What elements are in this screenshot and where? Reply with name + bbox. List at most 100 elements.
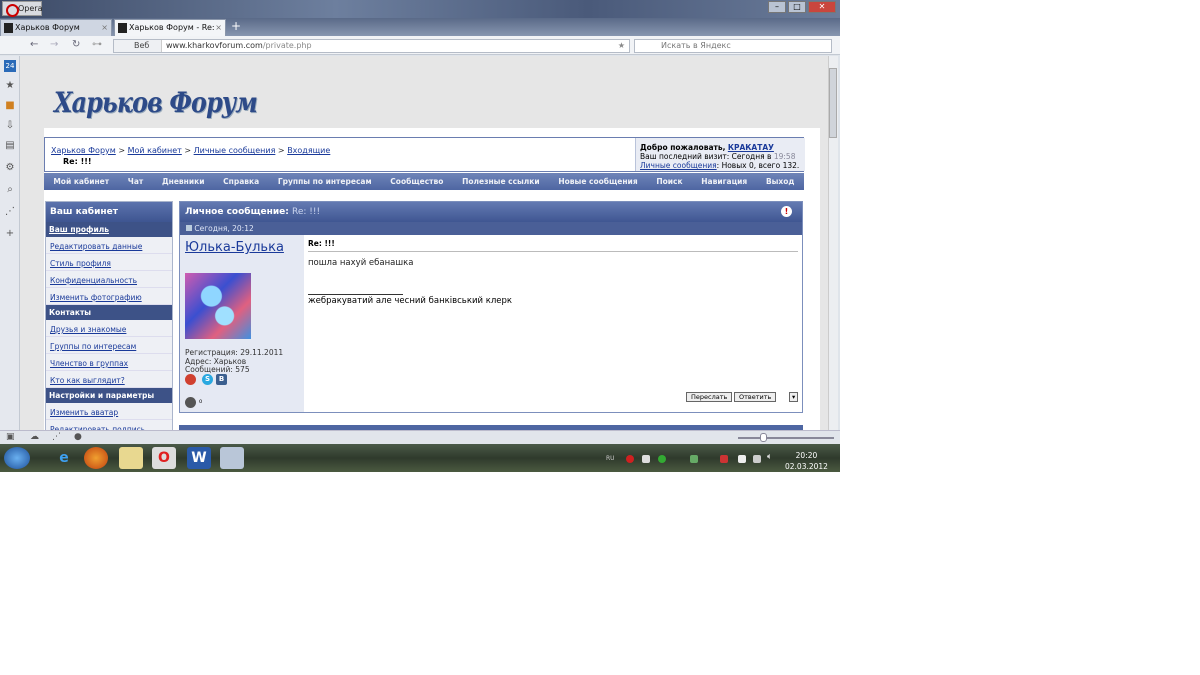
sidebar-item-membership[interactable]: Членство в группах xyxy=(46,354,172,371)
downloads-icon[interactable]: ⇩ xyxy=(4,120,16,132)
message-subject: Re: !!! xyxy=(308,235,798,252)
scrollbar-thumb[interactable] xyxy=(829,68,837,138)
sidebar-item-edit-signature[interactable]: Редактировать подпись xyxy=(46,420,172,430)
last-visit-label: Ваш последний визит: Сегодня в xyxy=(640,152,772,161)
minimize-button[interactable]: – xyxy=(768,1,786,13)
unite-status-icon[interactable]: ⋰ xyxy=(52,432,61,442)
author-name-link[interactable]: Юлька-Булька xyxy=(185,240,284,255)
offline-status-icon xyxy=(185,397,196,408)
bookmark-star-icon[interactable]: ★ xyxy=(618,40,625,52)
message-header-title: Re: !!! xyxy=(292,207,321,217)
panel-toggle-icon[interactable]: ▣ xyxy=(6,432,15,442)
nav-help[interactable]: Справка xyxy=(223,177,259,186)
sidebar-item-edit-data[interactable]: Редактировать данные xyxy=(46,237,172,254)
url-field[interactable]: Веб www.kharkovforum.com/private.php ★ xyxy=(113,39,630,53)
sidebar-item-friends[interactable]: Друзья и знакомые xyxy=(46,320,172,337)
username-link[interactable]: КРАКАТАУ xyxy=(728,143,774,152)
back-icon[interactable]: ← xyxy=(30,39,38,50)
zoom-slider-handle[interactable] xyxy=(760,433,767,442)
zoom-slider[interactable] xyxy=(738,437,834,439)
nav-my-cabinet[interactable]: Мой кабинет xyxy=(53,177,109,186)
nav-groups[interactable]: Группы по интересам xyxy=(278,177,372,186)
status-bar: ▣ ☁ ⋰ ● xyxy=(0,430,840,444)
nav-community[interactable]: Сообщество xyxy=(390,177,443,186)
bookmarks-icon[interactable]: ★ xyxy=(4,80,16,92)
close-button[interactable]: ✕ xyxy=(808,1,836,13)
favicon-icon xyxy=(118,23,127,33)
search-icon[interactable]: ⌕ xyxy=(4,184,16,196)
settings-icon[interactable]: ⚙ xyxy=(4,162,16,174)
last-visit-time: 19:58 xyxy=(773,152,796,161)
forward-icon[interactable]: → xyxy=(50,39,58,50)
breadcrumb-pm[interactable]: Личные сообщения xyxy=(194,146,276,155)
reply-button[interactable]: Ответить xyxy=(734,392,777,402)
start-button[interactable] xyxy=(4,447,30,469)
site-logo[interactable]: Харьков Форум xyxy=(54,86,258,119)
vkontakte-icon[interactable]: B xyxy=(216,374,227,385)
breadcrumb-inbox[interactable]: Входящие xyxy=(287,146,330,155)
gift-icon[interactable] xyxy=(185,374,196,385)
unite-icon[interactable]: ⋰ xyxy=(4,206,16,218)
widgets-icon[interactable]: ■ xyxy=(4,100,16,112)
sidebar-item-who-looks[interactable]: Кто как выглядит? xyxy=(46,371,172,388)
network-tray-icon[interactable] xyxy=(690,455,698,463)
maximize-button[interactable]: □ xyxy=(788,1,806,13)
key-icon[interactable]: ⊶ xyxy=(92,39,102,50)
action-center-icon[interactable] xyxy=(738,455,746,463)
author-pane: Юлька-Булька Регистрация: 29.11.2011 Адр… xyxy=(180,235,304,412)
antivirus-tray-icon[interactable] xyxy=(720,455,728,463)
opera-tray-icon[interactable] xyxy=(626,455,634,463)
speed-dial-icon[interactable]: 24 xyxy=(4,60,16,72)
dragonfly-icon[interactable]: ● xyxy=(74,432,82,442)
search-input[interactable]: Искать в Яндекс xyxy=(634,39,832,53)
nav-diaries[interactable]: Дневники xyxy=(162,177,204,186)
close-tab-icon[interactable]: × xyxy=(101,20,108,36)
system-clock[interactable]: 20:20 02.03.2012 xyxy=(785,450,828,472)
breadcrumb-home[interactable]: Харьков Форум xyxy=(51,146,116,155)
nav-new-posts[interactable]: Новые сообщения xyxy=(558,177,637,186)
nav-chat[interactable]: Чат xyxy=(128,177,143,186)
turbo-icon[interactable]: ☁ xyxy=(30,432,39,442)
nav-navigation[interactable]: Навигация xyxy=(701,177,747,186)
language-indicator[interactable]: RU xyxy=(606,455,615,462)
add-panel-icon[interactable]: + xyxy=(4,228,16,240)
forward-button[interactable]: Переслать xyxy=(686,392,733,402)
sidebar-item-change-avatar[interactable]: Изменить аватар xyxy=(46,403,172,420)
nav-links[interactable]: Полезные ссылки xyxy=(462,177,540,186)
message-date: Сегодня, 20:12 xyxy=(194,224,254,233)
new-tab-button[interactable]: + xyxy=(231,19,241,33)
message-header: Личное сообщение: Re: !!!! xyxy=(180,202,802,222)
skype-icon[interactable]: S xyxy=(202,374,213,385)
sidebar-section-profile[interactable]: Ваш профиль xyxy=(46,222,172,237)
tray-app-icon[interactable] xyxy=(642,455,650,463)
notes-icon[interactable]: ▤ xyxy=(4,140,16,152)
volume-icon[interactable]: 🔈︎ xyxy=(767,452,772,462)
nav-search[interactable]: Поиск xyxy=(656,177,682,186)
internet-explorer-icon[interactable]: e xyxy=(52,447,76,469)
reload-icon[interactable]: ↻ xyxy=(72,39,80,50)
report-icon[interactable]: ! xyxy=(781,206,792,217)
opera-menu-button[interactable]: Opera xyxy=(2,1,43,17)
nav-logout[interactable]: Выход xyxy=(766,177,795,186)
sidebar-item-privacy[interactable]: Конфиденциальность xyxy=(46,271,172,288)
author-avatar xyxy=(185,273,251,339)
url-path: /private.php xyxy=(262,41,312,50)
sidebar-item-groups[interactable]: Группы по интересам xyxy=(46,337,172,354)
firefox-icon[interactable] xyxy=(84,447,108,469)
title-bar: Opera – □ ✕ xyxy=(0,0,840,18)
display-tray-icon[interactable] xyxy=(753,455,761,463)
tab-kharkov-forum[interactable]: Харьков Форум × xyxy=(0,19,112,36)
icq-tray-icon[interactable] xyxy=(658,455,666,463)
sidebar-item-change-photo[interactable]: Изменить фотографию xyxy=(46,288,172,305)
quote-icon[interactable]: ▾ xyxy=(789,392,799,402)
pm-link[interactable]: Личные сообщения xyxy=(640,161,717,170)
tab-active[interactable]: Харьков Форум - Re: !!!× xyxy=(114,19,226,48)
sidebar-item-profile-style[interactable]: Стиль профиля xyxy=(46,254,172,271)
paint-icon[interactable] xyxy=(220,447,244,469)
web-page: Харьков Форум Харьков Форум > Мой кабине… xyxy=(20,56,828,430)
word-icon[interactable]: W xyxy=(187,447,211,469)
opera-taskbar-icon[interactable]: O xyxy=(152,447,176,469)
explorer-icon[interactable] xyxy=(119,447,143,469)
breadcrumb-cabinet[interactable]: Мой кабинет xyxy=(128,146,182,155)
close-tab-icon[interactable]: × xyxy=(215,20,222,36)
